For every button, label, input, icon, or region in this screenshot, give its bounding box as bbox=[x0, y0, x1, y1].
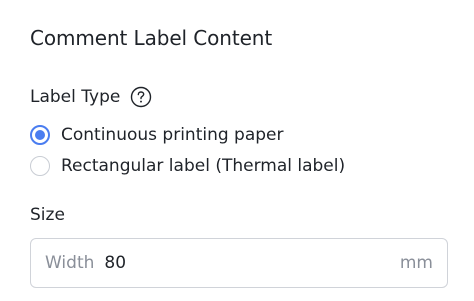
question-circle-icon[interactable] bbox=[130, 86, 152, 108]
width-input[interactable] bbox=[104, 253, 400, 273]
width-prefix: Width bbox=[45, 253, 95, 273]
radio-button-checked[interactable] bbox=[30, 125, 50, 145]
label-type-label: Label Type bbox=[30, 87, 121, 107]
size-label: Size bbox=[30, 205, 65, 225]
panel-title: Comment Label Content bbox=[30, 26, 273, 50]
width-field[interactable]: Width mm bbox=[30, 238, 448, 288]
radio-option-continuous-printing-paper[interactable]: Continuous printing paper bbox=[30, 123, 284, 147]
unit-suffix: mm bbox=[399, 253, 433, 273]
label-type-header: Label Type bbox=[30, 84, 152, 110]
radio-option-rectangular-label[interactable]: Rectangular label (Thermal label) bbox=[30, 154, 345, 178]
radio-button-unchecked[interactable] bbox=[30, 156, 50, 176]
radio-option-label: Rectangular label (Thermal label) bbox=[61, 156, 346, 176]
radio-option-label: Continuous printing paper bbox=[61, 125, 284, 145]
